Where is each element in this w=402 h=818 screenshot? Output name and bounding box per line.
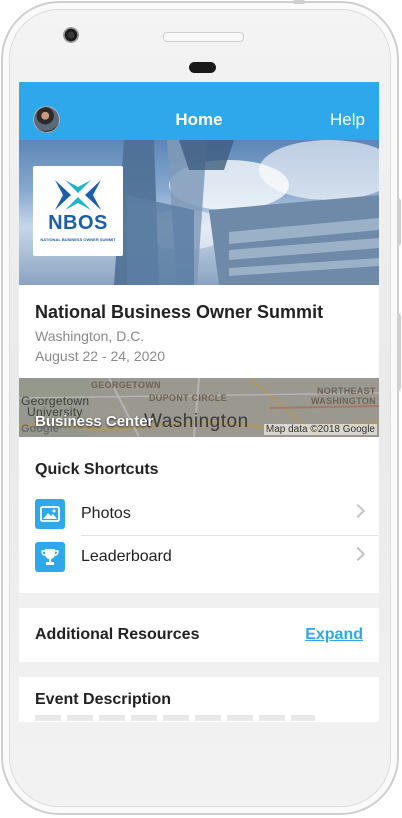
photo-icon (35, 499, 65, 529)
event-logo: NBOS NATIONAL BUSINESS OWNER SUMMIT (33, 166, 123, 256)
map-label-georgetown: GEORGETOWN (91, 380, 161, 390)
google-logo: Google (21, 423, 59, 435)
volume-down-button (397, 313, 401, 391)
description-text-cutoff (35, 715, 315, 721)
map-attribution: Map data ©2018 Google (263, 424, 377, 435)
map-label-dupont: DUPONT CIRCLE (149, 393, 227, 403)
chevron-right-icon (350, 546, 366, 562)
chevron-right-icon (350, 503, 366, 519)
row-divider (81, 535, 379, 536)
event-location: Washington, D.C. (35, 328, 145, 344)
proximity-sensor (189, 62, 216, 73)
shortcut-label: Leaderboard (81, 548, 172, 565)
event-banner: NBOS NATIONAL BUSINESS OWNER SUMMIT (19, 140, 379, 285)
event-title: National Business Owner Summit (35, 302, 324, 322)
shortcut-leaderboard[interactable]: Leaderboard (19, 535, 379, 577)
shortcut-photos[interactable]: Photos (19, 492, 379, 534)
map-city-label: Washington (144, 411, 249, 432)
help-button[interactable]: Help (330, 110, 365, 130)
shortcut-label: Photos (81, 505, 131, 522)
additional-resources-section: Additional Resources Expand (19, 608, 379, 662)
trophy-icon (35, 542, 65, 572)
app-screen: Home Help NBOS NATIONAL BUSINESS OWNER S… (19, 82, 379, 722)
map-label-northeast: NORTHEAST (317, 386, 376, 396)
venue-map[interactable]: GEORGETOWN DUPONT CIRCLE NORTHEAST WASHI… (19, 378, 379, 437)
volume-up-button (397, 198, 401, 246)
event-description-title: Event Description (35, 691, 172, 708)
quick-shortcuts-section: Quick Shortcuts Photos Leaderboard (19, 437, 379, 593)
logo-text: NBOS (48, 212, 108, 234)
nbos-logo-icon (55, 180, 101, 210)
front-camera (63, 27, 79, 43)
event-description-section: Event Description (19, 677, 379, 722)
quick-shortcuts-title: Quick Shortcuts (35, 461, 159, 478)
expand-link[interactable]: Expand (305, 626, 363, 644)
logo-subtext: NATIONAL BUSINESS OWNER SUMMIT (40, 237, 116, 242)
power-button (293, 0, 305, 4)
map-label-northeast-city: WASHINGTON (311, 396, 376, 406)
earpiece-speaker (163, 32, 244, 42)
additional-resources-title: Additional Resources (35, 626, 200, 643)
navigation-bar: Home Help (19, 82, 379, 140)
page-title: Home (175, 110, 223, 129)
event-info: National Business Owner Summit Washingto… (19, 285, 379, 378)
event-dates: August 22 - 24, 2020 (35, 348, 165, 364)
